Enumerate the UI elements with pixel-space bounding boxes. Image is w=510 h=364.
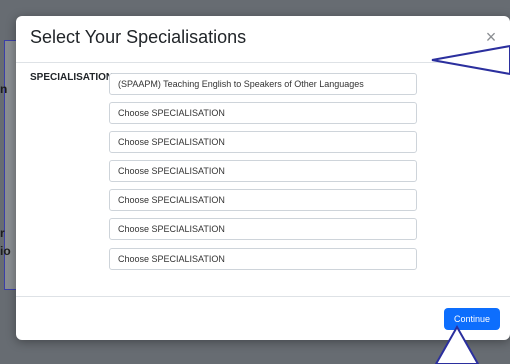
close-icon[interactable]: × <box>480 26 502 48</box>
specialisation-select-6[interactable]: Choose SPECIALISATION <box>109 218 417 240</box>
specialisation-select-7[interactable]: Choose SPECIALISATION <box>109 248 417 270</box>
specialisation-select-4[interactable]: Choose SPECIALISATION <box>109 160 417 182</box>
specialisation-modal: Select Your Specialisations × SPECIALISA… <box>16 16 510 340</box>
specialisation-select-5[interactable]: Choose SPECIALISATION <box>109 189 417 211</box>
continue-button[interactable]: Continue <box>444 308 500 330</box>
specialisation-label: SPECIALISATION <box>30 72 114 83</box>
background-text-fragment: n <box>0 82 8 96</box>
specialisation-select-1[interactable]: (SPAAPM) Teaching English to Speakers of… <box>109 73 417 95</box>
background-text-fragment: io <box>0 244 11 258</box>
specialisation-select-3[interactable]: Choose SPECIALISATION <box>109 131 417 153</box>
modal-title: Select Your Specialisations <box>30 27 247 47</box>
modal-header: Select Your Specialisations × <box>16 16 510 63</box>
specialisation-select-2[interactable]: Choose SPECIALISATION <box>109 102 417 124</box>
modal-footer: Continue <box>16 296 510 340</box>
background-text-fragment: r <box>0 226 5 240</box>
